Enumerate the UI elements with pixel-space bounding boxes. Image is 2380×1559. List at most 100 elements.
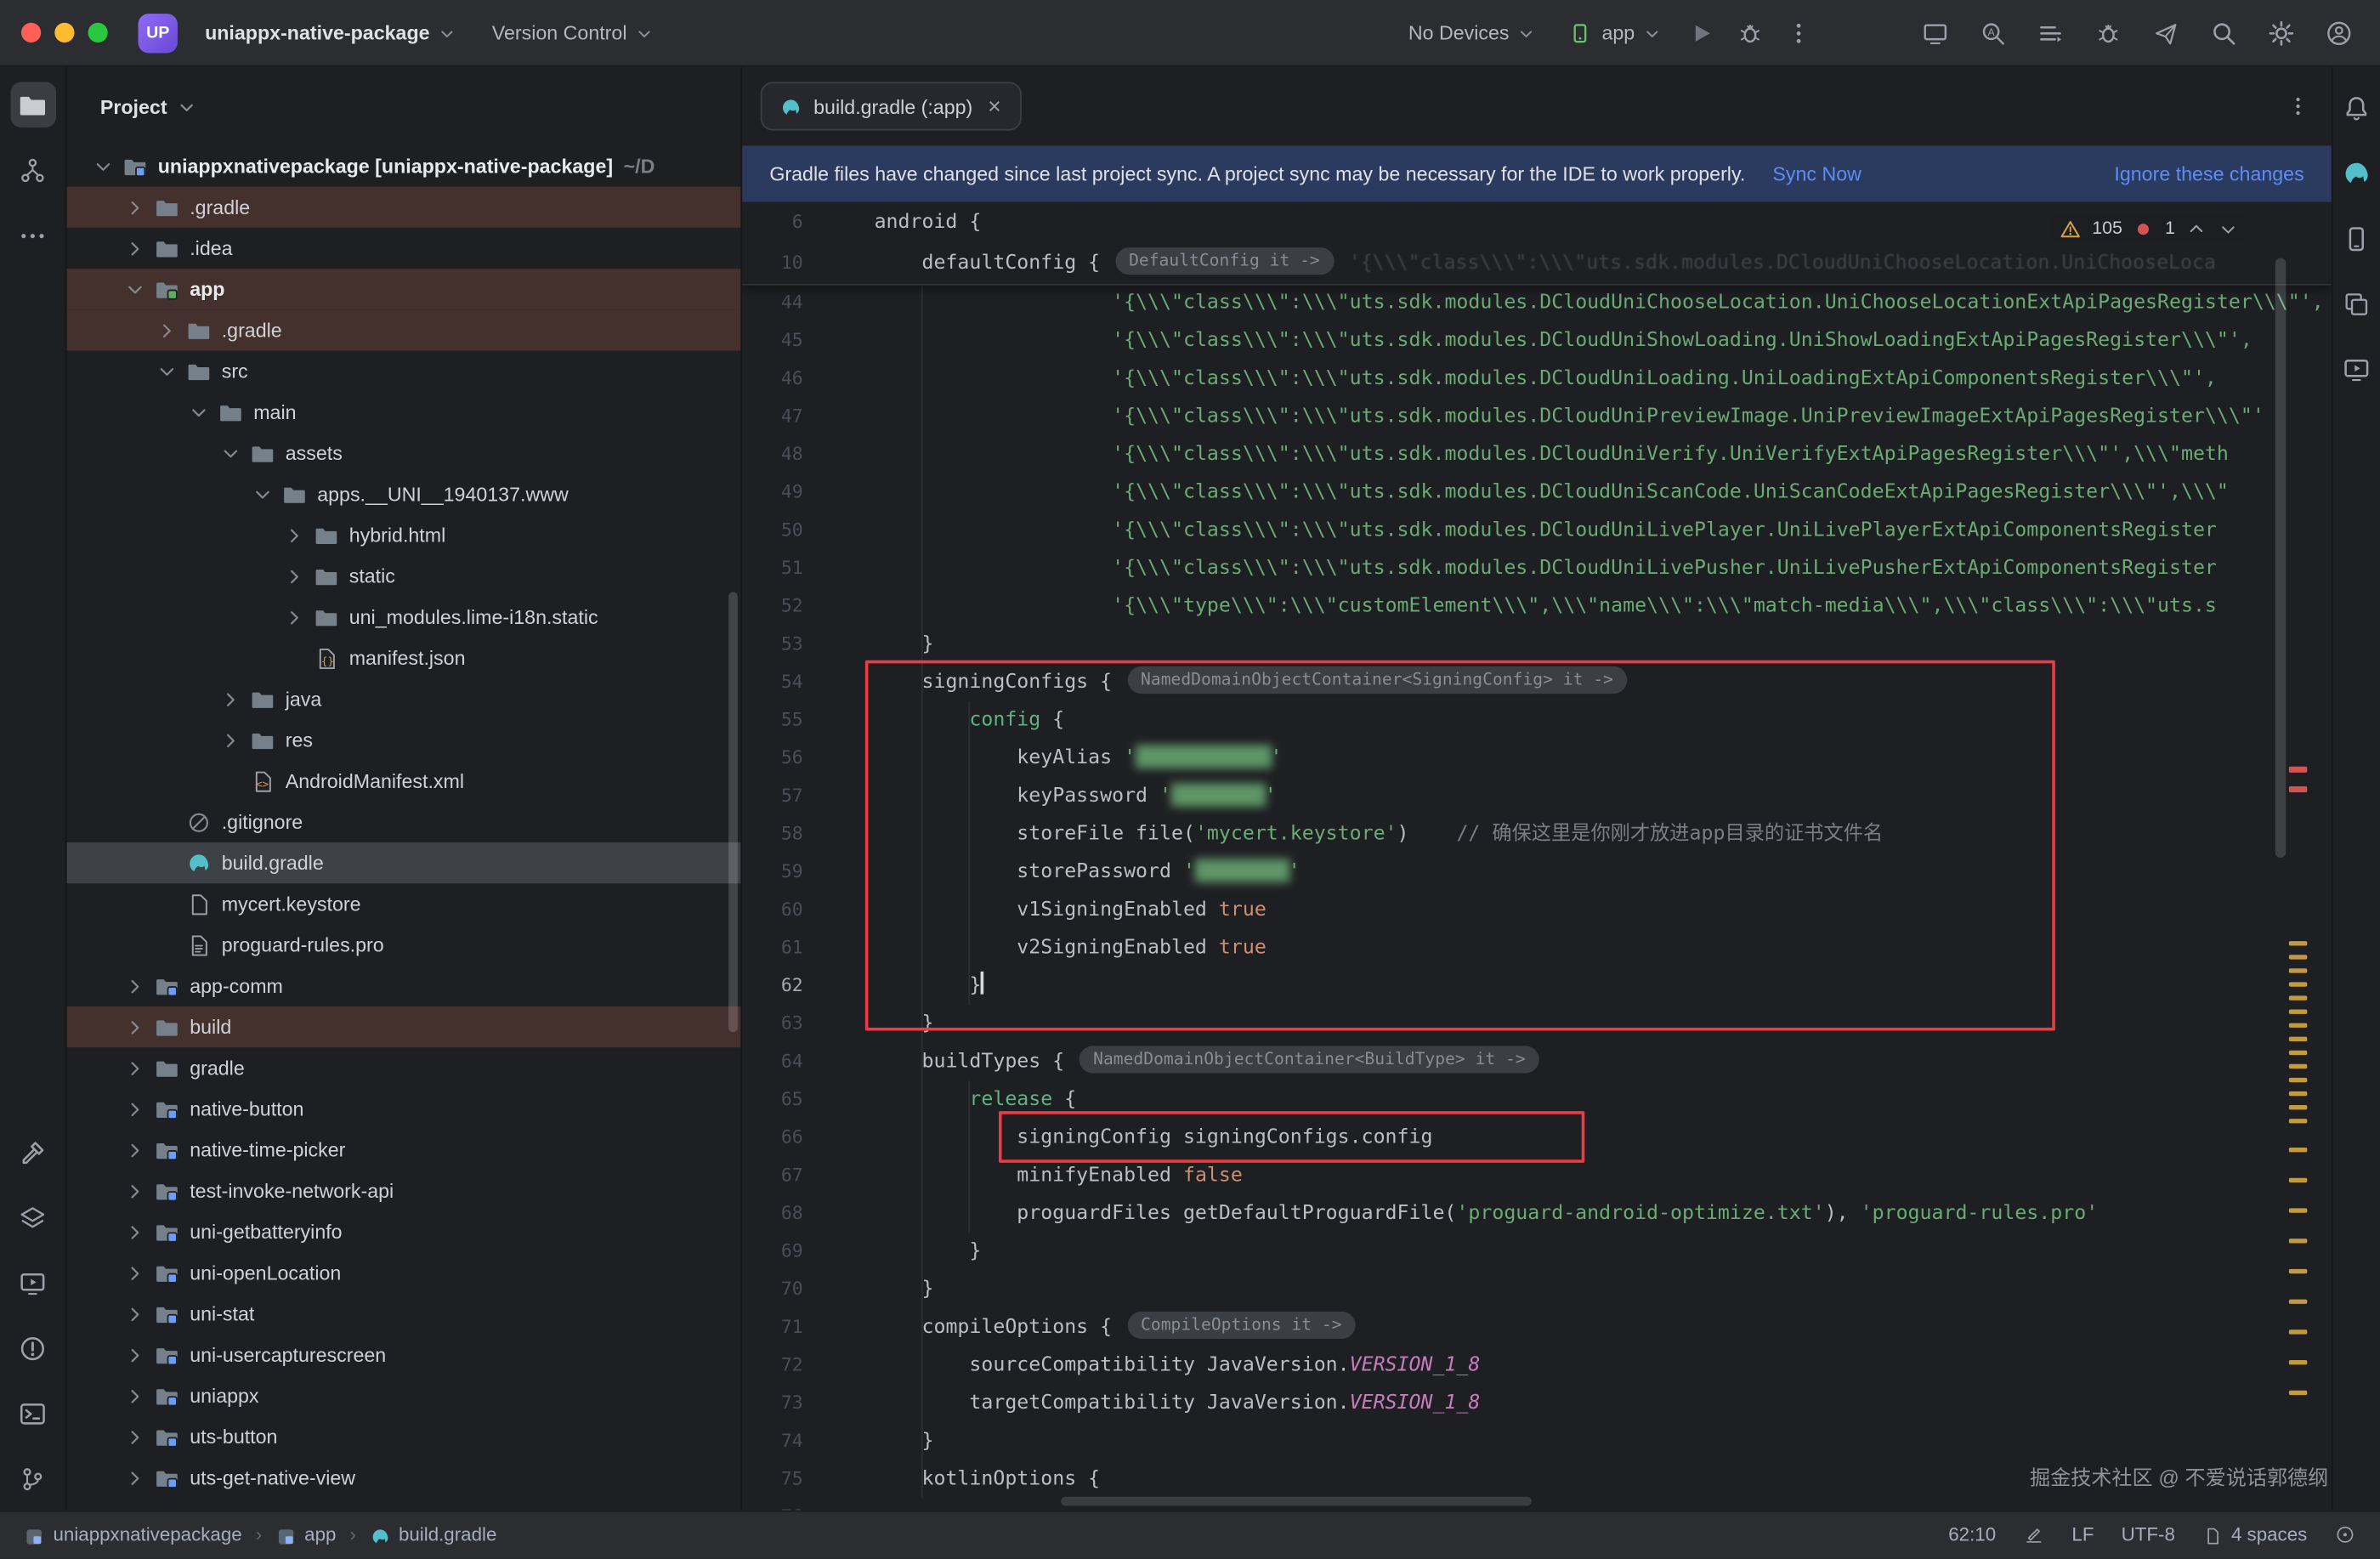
problems-icon[interactable] <box>10 1325 56 1371</box>
tree-item-main[interactable]: main <box>67 392 741 433</box>
chevron-right-icon[interactable] <box>123 1017 148 1038</box>
code-line-64[interactable]: 64 buildTypes {NamedDomainObjectContaine… <box>742 1043 2332 1081</box>
more-icon[interactable] <box>10 213 56 258</box>
code-line-46[interactable]: 46 '{\\\"class\\\":\\\"uts.sdk.modules.D… <box>742 360 2332 398</box>
tree-item-gitignore[interactable]: .gitignore <box>67 802 741 842</box>
tree-item-app-comm[interactable]: app-comm <box>67 966 741 1006</box>
notifications-icon[interactable] <box>2337 88 2376 128</box>
chevron-right-icon[interactable] <box>123 196 148 218</box>
code-line-68[interactable]: 68 proguardFiles getDefaultProguardFile(… <box>742 1194 2332 1233</box>
code-line-58[interactable]: 58 storeFile file('mycert.keystore') // … <box>742 815 2332 853</box>
device-explorer-icon[interactable] <box>2337 284 2376 323</box>
chevron-down-icon[interactable] <box>123 279 148 300</box>
code-line-73[interactable]: 73 targetCompatibility JavaVersion.VERSI… <box>742 1385 2332 1423</box>
chevron-down-icon[interactable] <box>187 401 212 422</box>
code-line-66[interactable]: 66 signingConfig signingConfigs.config <box>742 1119 2332 1157</box>
tree-item-gradle[interactable]: .gradle <box>67 309 741 350</box>
code-line-67[interactable]: 67 minifyEnabled false <box>742 1157 2332 1195</box>
breadcrumb-uniappxnativepackage[interactable]: uniappxnativepackage <box>25 1525 242 1546</box>
tab-build-gradle-app[interactable]: build.gradle (:app) × <box>761 82 1021 130</box>
chevron-right-icon[interactable] <box>123 237 148 258</box>
device-manager-icon[interactable] <box>2337 218 2376 258</box>
tree-item-test-invoke-network-api[interactable]: test-invoke-network-api <box>67 1171 741 1211</box>
chevron-right-icon[interactable] <box>123 1139 148 1160</box>
code-line-63[interactable]: 63 } <box>742 1005 2332 1043</box>
tree-item-uniappx[interactable]: uniappx <box>67 1375 741 1416</box>
next-issue-icon[interactable] <box>2218 217 2239 239</box>
tree-item-proguard-rules-pro[interactable]: proguard-rules.pro <box>67 925 741 966</box>
encoding-widget[interactable]: UTF-8 <box>2122 1525 2175 1546</box>
code-line-52[interactable]: 52 '{\\\"type\\\":\\\"customElement\\\",… <box>742 587 2332 626</box>
device-selector[interactable]: No Devices <box>1397 14 1548 52</box>
chevron-right-icon[interactable] <box>123 1222 148 1243</box>
tree-item-gradle[interactable]: .gradle <box>67 187 741 228</box>
code-line-71[interactable]: 71 compileOptions {CompileOptions it -> <box>742 1308 2332 1346</box>
code-line-57[interactable]: 57 keyPassword '█████████' <box>742 777 2332 815</box>
line-separator-widget[interactable]: LF <box>2071 1525 2094 1546</box>
minimize-window-button[interactable] <box>54 23 74 43</box>
profiler-icon[interactable] <box>2088 13 2128 52</box>
tree-item-uni-getbatteryinfo[interactable]: uni-getbatteryinfo <box>67 1211 741 1252</box>
code-line-53[interactable]: 53 } <box>742 626 2332 664</box>
tree-item-src[interactable]: src <box>67 351 741 392</box>
more-actions-button[interactable] <box>1779 13 1818 52</box>
chevron-right-icon[interactable] <box>218 689 243 710</box>
code-line-47[interactable]: 47 '{\\\"class\\\":\\\"uts.sdk.modules.D… <box>742 398 2332 436</box>
chevron-right-icon[interactable] <box>123 975 148 996</box>
tree-item-uts-get-native-view[interactable]: uts-get-native-view <box>67 1457 741 1498</box>
code-line-74[interactable]: 74 } <box>742 1422 2332 1460</box>
account-icon[interactable] <box>2320 13 2359 52</box>
prev-issue-icon[interactable] <box>2185 217 2207 239</box>
code-line-56[interactable]: 56 keyAlias '█████████████' <box>742 740 2332 778</box>
tree-item-mycert-keystore[interactable]: mycert.keystore <box>67 883 741 924</box>
chevron-right-icon[interactable] <box>282 606 307 627</box>
build-icon[interactable] <box>10 1130 56 1176</box>
editor-scrollbar-vertical[interactable] <box>2275 258 2286 858</box>
chevron-down-icon[interactable] <box>155 360 179 382</box>
code-line-50[interactable]: 50 '{\\\"class\\\":\\\"uts.sdk.modules.D… <box>742 512 2332 550</box>
close-tab-icon[interactable]: × <box>988 95 1001 118</box>
code-line-10[interactable]: 10 defaultConfig {DefaultConfig it ->'{\… <box>742 243 2332 284</box>
chevron-right-icon[interactable] <box>218 729 243 751</box>
layers-icon[interactable] <box>10 1194 56 1240</box>
chevron-right-icon[interactable] <box>123 1180 148 1201</box>
zoom-window-button[interactable] <box>88 23 108 43</box>
tree-item-manifest-json[interactable]: {}manifest.json <box>67 638 741 678</box>
chevron-right-icon[interactable] <box>155 320 179 341</box>
code-line-44[interactable]: 44 '{\\\"class\\\":\\\"uts.sdk.modules.D… <box>742 284 2332 322</box>
tree-item-build-gradle[interactable]: build.gradle <box>67 842 741 883</box>
chevron-right-icon[interactable] <box>123 1262 148 1284</box>
caret-position-widget[interactable]: 62:10 <box>1948 1525 1996 1546</box>
vcs-selector[interactable]: Version Control <box>479 14 665 52</box>
project-panel-header[interactable]: Project <box>67 67 741 146</box>
tree-item-res[interactable]: res <box>67 719 741 760</box>
project-icon[interactable] <box>10 82 56 128</box>
code-line-55[interactable]: 55 config { <box>742 701 2332 740</box>
code-area[interactable]: 44 '{\\\"class\\\":\\\"uts.sdk.modules.D… <box>742 284 2332 1511</box>
code-line-54[interactable]: 54 signingConfigs {NamedDomainObjectCont… <box>742 663 2332 701</box>
tree-item-hybrid-html[interactable]: hybrid.html <box>67 514 741 555</box>
breadcrumb-build.gradle[interactable]: build.gradle <box>370 1525 496 1546</box>
tree-item-app[interactable]: app <box>67 269 741 309</box>
code-line-65[interactable]: 65 release { <box>742 1080 2332 1119</box>
tree-item-uniappxnativepackage-uniappx-native-package[interactable]: uniappxnativepackage [uniappx-native-pac… <box>67 145 741 186</box>
close-window-button[interactable] <box>21 23 41 43</box>
tree-item-build[interactable]: build <box>67 1006 741 1047</box>
chevron-right-icon[interactable] <box>123 1098 148 1120</box>
sync-now-link[interactable]: Sync Now <box>1772 162 1862 185</box>
tree-item-uni-stat[interactable]: uni-stat <box>67 1293 741 1334</box>
code-line-70[interactable]: 70 } <box>742 1271 2332 1309</box>
terminal-icon[interactable] <box>10 1391 56 1437</box>
highlight-level-icon[interactable] <box>2023 1525 2044 1546</box>
tree-item-static[interactable]: static <box>67 556 741 597</box>
send-feedback-icon[interactable] <box>2146 13 2185 52</box>
debug-button[interactable] <box>1731 13 1770 52</box>
tree-item-androidmanifest-xml[interactable]: <>AndroidManifest.xml <box>67 761 741 802</box>
chevron-right-icon[interactable] <box>123 1385 148 1406</box>
running-devices-icon[interactable] <box>10 1260 56 1306</box>
readonly-icon[interactable] <box>2334 1525 2355 1546</box>
chevron-down-icon[interactable] <box>218 443 243 464</box>
structure-icon[interactable] <box>10 147 56 193</box>
layout-inspector-icon[interactable] <box>1916 13 1955 52</box>
tree-item-uni-openlocation[interactable]: uni-openLocation <box>67 1252 741 1293</box>
